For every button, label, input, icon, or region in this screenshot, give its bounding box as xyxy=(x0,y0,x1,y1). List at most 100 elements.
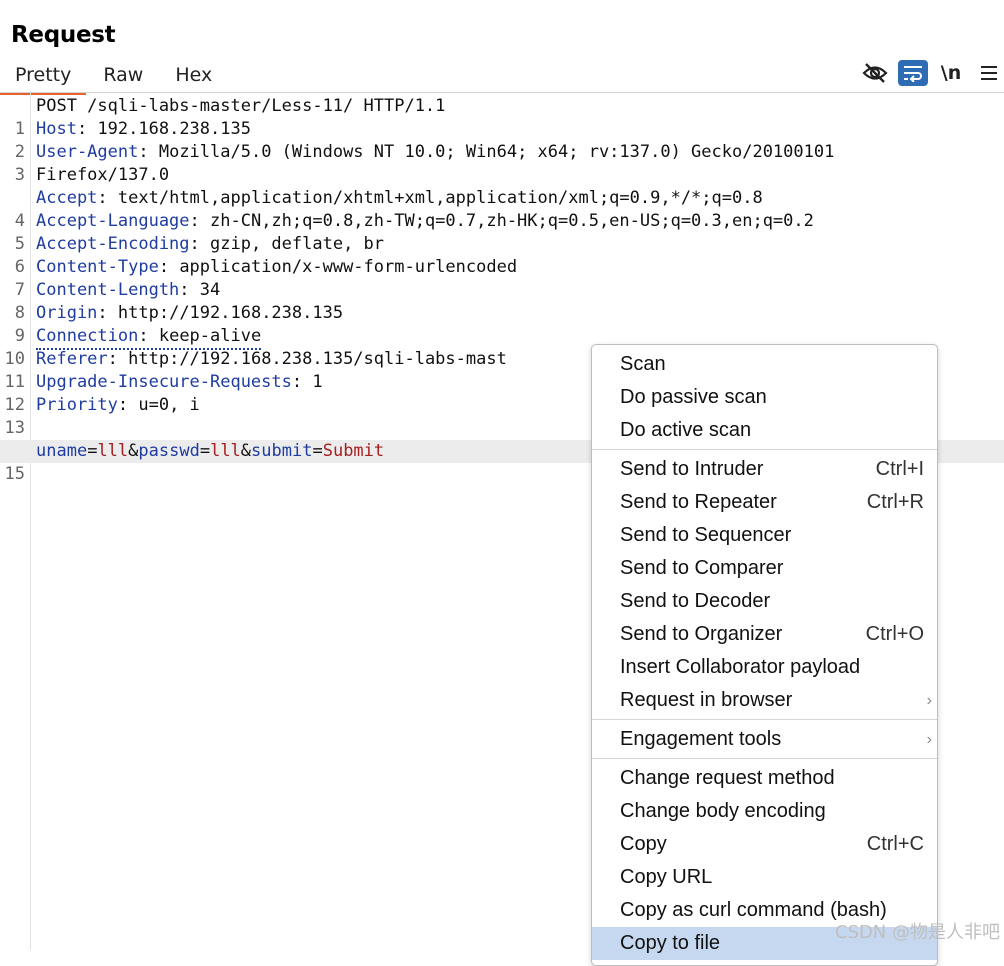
header-value: Firefox/137.0 xyxy=(36,165,170,185)
menu-item-label: Send to Intruder xyxy=(620,458,764,480)
header-separator: : xyxy=(117,395,139,415)
menu-item-label: Insert Collaborator payload xyxy=(620,656,861,678)
header-value: gzip, deflate, br xyxy=(210,234,385,254)
header-value: keep-alive xyxy=(158,326,262,346)
menu-item-label: Change body encoding xyxy=(620,800,826,822)
header-line[interactable]: 5 Accept-Language: zh-CN,zh;q=0.8,zh-TW;… xyxy=(0,210,1004,254)
menu-group-scan: Scan Do passive scan Do active scan xyxy=(592,345,937,450)
menu-item-label: Do passive scan xyxy=(620,386,767,408)
menu-item-label: Scan xyxy=(620,353,666,375)
header-name: Connection xyxy=(36,326,139,346)
param-key: submit xyxy=(251,441,313,461)
header-name: Accept-Language xyxy=(36,211,190,231)
menu-item-shortcut: Ctrl+C xyxy=(866,833,924,855)
header-separator: : xyxy=(291,372,313,392)
header-name: Upgrade-Insecure-Requests xyxy=(36,372,292,392)
view-tabs: Pretty Raw Hex xyxy=(0,58,227,95)
line-number: 15 xyxy=(4,464,25,484)
menu-item-label: Do active scan xyxy=(620,419,752,441)
header-name: Accept xyxy=(36,188,98,208)
menu-item-request-in-browser[interactable]: Request in browser › xyxy=(592,684,937,717)
menu-item-label: Send to Organizer xyxy=(620,623,783,645)
header-line-wrapped[interactable]: Firefox/137.0 xyxy=(0,164,1004,187)
header-name: Priority xyxy=(36,395,118,415)
menu-item-shortcut: Ctrl+I xyxy=(875,458,924,480)
menu-item-copy[interactable]: Copy Ctrl+C xyxy=(592,828,937,861)
menu-item-engagement-tools[interactable]: Engagement tools › xyxy=(592,723,937,756)
header-name: Host xyxy=(36,119,77,139)
watermark: CSDN @物是人非吧 xyxy=(834,922,1000,943)
header-value: Mozilla/5.0 (Windows NT 10.0; Win64; x64… xyxy=(158,142,835,162)
menu-item-label: Send to Comparer xyxy=(620,557,784,579)
menu-item-send-to-comparer[interactable]: Send to Comparer xyxy=(592,552,937,585)
menu-item-send-to-sequencer[interactable]: Send to Sequencer xyxy=(592,519,937,552)
menu-item-send-to-decoder[interactable]: Send to Decoder xyxy=(592,585,937,618)
panel-title: Request xyxy=(11,22,116,48)
header-value: text/html,application/xhtml+xml,applicat… xyxy=(117,188,763,208)
header-name: Content-Type xyxy=(36,257,159,277)
header-line[interactable]: 3 User-Agent: Mozilla/5.0 (Windows NT 10… xyxy=(0,141,1004,185)
header-line[interactable]: 6 Accept-Encoding: gzip, deflate, br xyxy=(0,233,1004,277)
header-name: User-Agent xyxy=(36,142,139,162)
menu-icon[interactable] xyxy=(974,58,1004,88)
editor-toolbar: \n xyxy=(852,58,1004,88)
tab-raw[interactable]: Raw xyxy=(88,58,158,92)
menu-group-engagement: Engagement tools › xyxy=(592,720,937,759)
header-separator: : xyxy=(179,280,200,300)
header-separator: : xyxy=(97,303,118,323)
menu-item-label: Send to Decoder xyxy=(620,590,771,612)
header-value: zh-CN,zh;q=0.8,zh-TW;q=0.7,zh-HK;q=0.5,e… xyxy=(210,211,814,231)
header-name: Content-Length xyxy=(36,280,180,300)
menu-item-send-to-repeater[interactable]: Send to Repeater Ctrl+R xyxy=(592,486,937,519)
tab-hex[interactable]: Hex xyxy=(160,58,227,92)
newline-toggle[interactable]: \n xyxy=(936,58,966,88)
menu-item-label: Copy xyxy=(620,833,667,855)
menu-group-send: Send to Intruder Ctrl+I Send to Repeater C… xyxy=(592,450,937,720)
hide-icon[interactable] xyxy=(860,58,890,88)
menu-item-label: Send to Repeater xyxy=(620,491,777,513)
menu-item-change-request-method[interactable]: Change request method xyxy=(592,762,937,795)
menu-item-insert-collaborator-payload[interactable]: Insert Collaborator payload xyxy=(592,651,937,684)
menu-item-change-body-encoding[interactable]: Change body encoding xyxy=(592,795,937,828)
menu-item-label: Send to Sequencer xyxy=(620,524,792,546)
menu-item-send-to-intruder[interactable]: Send to Intruder Ctrl+I xyxy=(592,453,937,486)
menu-item-label: Change request method xyxy=(620,767,835,789)
menu-item-do-passive-scan[interactable]: Do passive scan xyxy=(592,381,937,414)
menu-item-label: Copy URL xyxy=(620,866,713,888)
header-name: Referer xyxy=(36,349,108,369)
header-value: http://192.168.238.135 xyxy=(117,303,344,323)
header-separator: : xyxy=(189,234,211,254)
header-separator: : xyxy=(138,142,159,162)
header-name: Origin xyxy=(36,303,98,323)
header-line[interactable]: 2 Host: 192.168.238.135 xyxy=(0,118,1004,162)
header-line[interactable]: 8 Content-Length: 34 xyxy=(0,279,1004,323)
header-separator: : xyxy=(107,349,129,369)
tab-pretty[interactable]: Pretty xyxy=(0,58,87,95)
menu-item-scan[interactable]: Scan xyxy=(592,348,937,381)
header-value: 1 xyxy=(312,372,323,392)
header-line[interactable]: 4 Accept: text/html,application/xhtml+xm… xyxy=(0,187,1004,231)
wrap-lines-icon[interactable] xyxy=(898,60,928,86)
param-value: lll xyxy=(97,441,129,461)
param-key: uname xyxy=(36,441,88,461)
param-key: passwd xyxy=(138,441,200,461)
menu-item-shortcut: Ctrl+O xyxy=(865,623,924,645)
request-line[interactable]: 1 POST /sqli-labs-master/Less-11/ HTTP/1… xyxy=(0,95,1004,139)
menu-item-send-to-organizer[interactable]: Send to Organizer Ctrl+O xyxy=(592,618,937,651)
header-value: application/x-www-form-urlencoded xyxy=(179,257,518,277)
menu-item-label: Copy to file xyxy=(620,932,721,954)
header-value: u=0, i xyxy=(138,395,200,415)
menu-item-copy-url[interactable]: Copy URL xyxy=(592,861,937,894)
header-separator: : xyxy=(158,257,180,277)
header-separator: : xyxy=(138,326,159,346)
menu-item-label: Engagement tools xyxy=(620,728,782,750)
header-line[interactable]: 7 Content-Type: application/x-www-form-u… xyxy=(0,256,1004,300)
request-line-text: POST /sqli-labs-master/Less-11/ HTTP/1.1 xyxy=(36,96,446,116)
param-value: lll xyxy=(210,441,241,461)
header-name: Accept-Encoding xyxy=(36,234,190,254)
header-value: 34 xyxy=(199,280,221,300)
menu-item-do-active-scan[interactable]: Do active scan xyxy=(592,414,937,447)
header-separator: : xyxy=(189,211,211,231)
header-line[interactable]: 9 Origin: http://192.168.238.135 xyxy=(0,302,1004,346)
menu-item-shortcut: Ctrl+R xyxy=(866,491,924,513)
